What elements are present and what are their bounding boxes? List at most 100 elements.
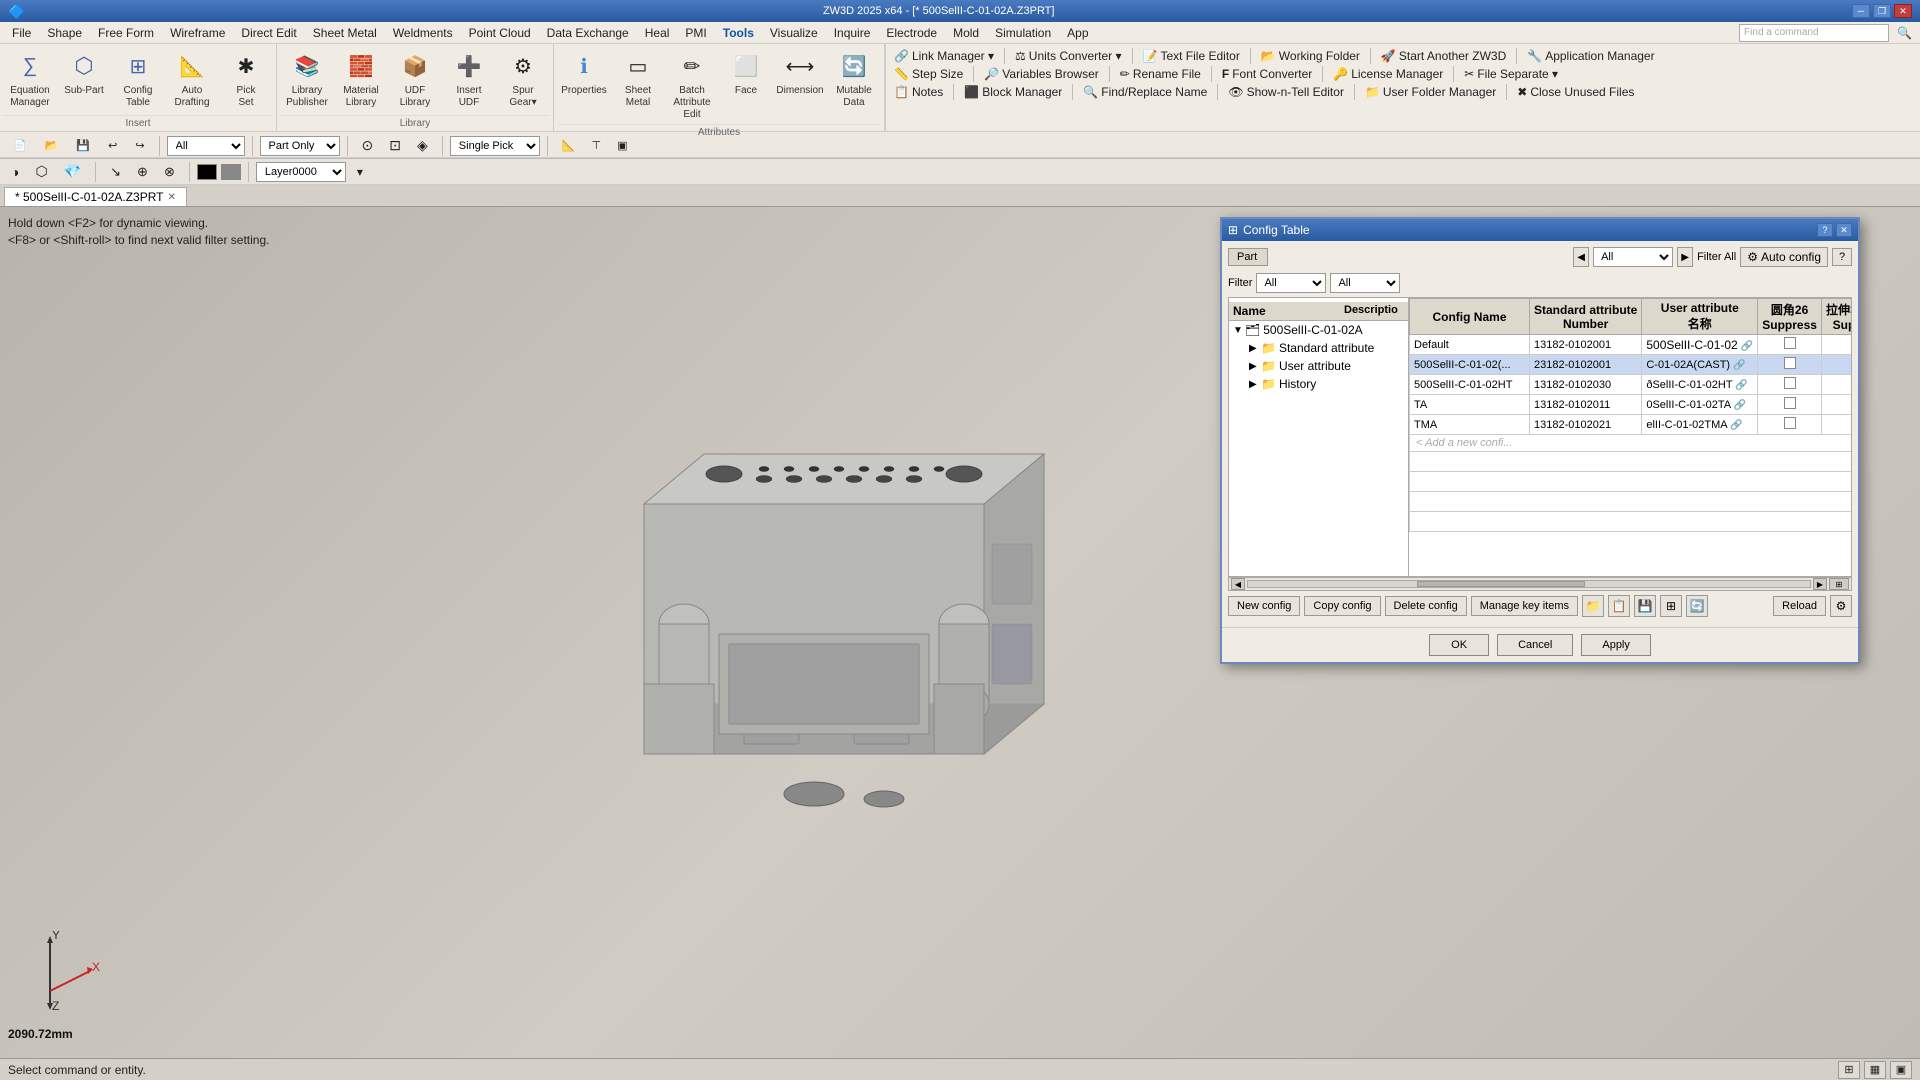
config-name-cell[interactable]: TA [1410,395,1530,415]
menu-heal[interactable]: Heal [637,24,678,42]
block-manager-btn[interactable]: ⬛ Block Manager [964,85,1062,99]
layer-combo[interactable]: Layer0000 [256,162,346,182]
filter-nav-right[interactable]: ▶ [1677,247,1693,267]
sub-part-btn[interactable]: ⬡ Sub-Part [58,46,110,115]
batch-attr-btn[interactable]: ✏ Batch AttributeEdit [666,46,718,124]
filter-combo[interactable]: All Part [1593,247,1673,267]
menu-tools[interactable]: Tools [715,24,762,42]
close-btn[interactable]: ✕ [1894,4,1912,18]
pick-mode-combo[interactable]: Single Pick Multiple Pick [450,136,540,156]
suppress2-cell[interactable]: ✓ [1821,355,1851,375]
cancel-btn[interactable]: Cancel [1497,634,1573,656]
view-btn-2[interactable]: ⊡ [382,134,408,157]
show-n-tell-btn[interactable]: 👁 Show-n-Tell Editor [1228,85,1344,99]
suppress1-cell[interactable] [1758,375,1822,395]
library-publisher-btn[interactable]: 📚 LibraryPublisher [281,46,333,115]
suppress1-cell[interactable] [1758,335,1822,355]
config-name-cell[interactable]: TMA [1410,415,1530,435]
status-view1-btn[interactable]: ▦ [1864,1061,1886,1079]
user-folder-manager-btn[interactable]: 📁 User Folder Manager [1365,85,1496,99]
menu-freeform[interactable]: Free Form [90,24,162,42]
pick-set-btn[interactable]: ✱ PickSet [220,46,272,115]
tab-close-icon[interactable]: ✕ [168,192,176,203]
suppress1-cell[interactable] [1758,415,1822,435]
find-replace-btn[interactable]: 🔍 Find/Replace Name [1083,85,1207,99]
undo-btn[interactable]: ↩ [101,136,124,155]
menu-shape[interactable]: Shape [39,24,90,42]
suppress1-checkbox4[interactable] [1784,397,1796,409]
mutable-data-btn[interactable]: 🔄 MutableData [828,46,880,124]
apply-btn[interactable]: Apply [1581,634,1651,656]
snap-btn1[interactable]: ↘ [103,161,128,183]
dimension-btn[interactable]: ⟷ Dimension [774,46,826,124]
suppress1-checkbox[interactable] [1784,337,1796,349]
suppress2-cell[interactable] [1821,395,1851,415]
auto-config-btn[interactable]: ⚙ Auto config [1740,247,1828,267]
menu-visualize[interactable]: Visualize [762,24,826,42]
view-iso-btn[interactable]: 📐 [555,136,583,155]
menu-point-cloud[interactable]: Point Cloud [461,24,539,42]
copy-config-btn[interactable]: Copy config [1304,596,1380,616]
reload-btn[interactable]: Reload [1773,596,1826,616]
new-file-btn[interactable]: 📄 [6,136,34,155]
menu-sheet-metal[interactable]: Sheet Metal [305,24,385,42]
redo-btn[interactable]: ↪ [128,136,151,155]
scroll-left-btn[interactable]: ◀ [1231,578,1245,590]
suppress1-cell[interactable] [1758,355,1822,375]
search-icon[interactable]: 🔍 [1897,26,1912,40]
view-front-btn[interactable]: ▣ [610,136,634,155]
menu-direct-edit[interactable]: Direct Edit [233,24,304,42]
filter-nav-left[interactable]: ◀ [1573,247,1589,267]
menu-data-exchange[interactable]: Data Exchange [539,24,637,42]
import-icon-btn[interactable]: 📁 [1582,595,1604,617]
step-size-btn[interactable]: 📏 Step Size [894,67,963,81]
open-file-btn[interactable]: 📂 [38,136,66,155]
suppress1-checkbox2[interactable] [1784,357,1796,369]
udf-library-btn[interactable]: 📦 UDFLibrary [389,46,441,115]
spur-gear-btn[interactable]: ⚙ SpurGear▾ [497,46,549,115]
save-file-btn[interactable]: 💾 [69,136,97,155]
properties-btn[interactable]: ℹ Properties [558,46,610,124]
font-converter-btn[interactable]: F Font Converter [1222,67,1312,81]
filter-combo2a[interactable]: All Part [1256,273,1326,293]
tree-toggle-history[interactable]: ▶ [1249,379,1261,390]
config-name-cell[interactable]: 500SelII-C-01-02HT [1410,375,1530,395]
auto-config-help-btn[interactable]: ? [1832,248,1852,266]
add-config-row[interactable]: < Add a new confi... [1410,435,1852,452]
tree-toggle-user[interactable]: ▶ [1249,361,1261,372]
menu-pmi[interactable]: PMI [677,24,714,42]
snap-btn2[interactable]: ⊕ [130,161,155,183]
view-combo[interactable]: Part Only All [260,136,340,156]
menu-file[interactable]: File [4,24,39,42]
status-grid-btn[interactable]: ⊞ [1838,1061,1860,1079]
tree-item-std-attr[interactable]: ▶ 📁 Standard attribute [1229,339,1408,357]
insert-udf-btn[interactable]: ➕ InsertUDF [443,46,495,115]
suppress2-cell[interactable] [1821,415,1851,435]
dialog-help-btn[interactable]: ? [1817,223,1833,237]
refresh-icon-btn[interactable]: 🔄 [1686,595,1708,617]
view-btn-1[interactable]: ⊙ [355,134,381,157]
grid-icon-btn[interactable]: ⊞ [1660,595,1682,617]
snap-btn3[interactable]: ⊗ [157,161,182,183]
license-manager-btn[interactable]: 🔑 License Manager [1333,67,1443,81]
config-name-cell[interactable]: Default [1410,335,1530,355]
auto-drafting-btn[interactable]: 📐 AutoDrafting [166,46,218,115]
minimize-btn[interactable]: ─ [1852,4,1870,18]
add-config-placeholder[interactable]: < Add a new confi... [1410,435,1852,452]
menu-mold[interactable]: Mold [945,24,987,42]
save-icon-btn[interactable]: 💾 [1634,595,1656,617]
suppress2-cell[interactable] [1821,375,1851,395]
export-icon-btn[interactable]: 📋 [1608,595,1630,617]
working-folder-btn[interactable]: 📂 Working Folder [1261,49,1360,63]
material-library-btn[interactable]: 🧱 MaterialLibrary [335,46,387,115]
render-btn[interactable]: 💎 [57,160,88,183]
tree-item-user-attr[interactable]: ▶ 📁 User attribute [1229,357,1408,375]
search-input[interactable]: Find a command [1739,24,1889,42]
face-btn[interactable]: ⬜ Face [720,46,772,124]
start-zw3d-btn[interactable]: 🚀 Start Another ZW3D [1381,49,1506,63]
view-top-btn[interactable]: ⊤ [585,136,609,155]
menu-simulation[interactable]: Simulation [987,24,1059,42]
delete-config-btn[interactable]: Delete config [1385,596,1467,616]
restore-btn[interactable]: ❐ [1873,4,1891,18]
type-combo[interactable]: All Part Assembly [167,136,245,156]
